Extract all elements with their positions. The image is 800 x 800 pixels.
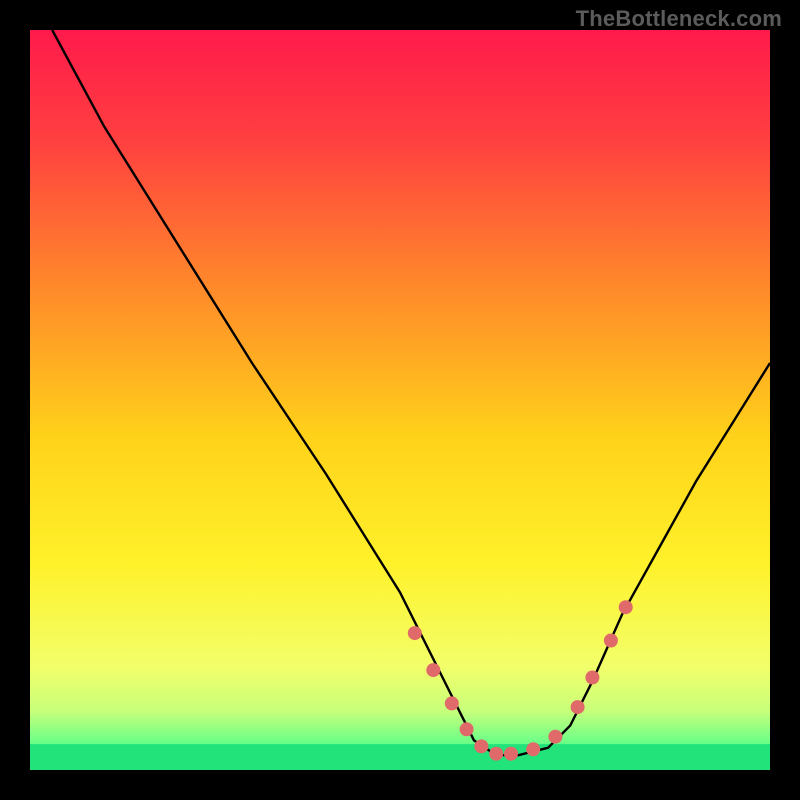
marker-point (619, 600, 633, 614)
plot-area (30, 30, 770, 770)
green-band (30, 744, 770, 770)
chart-frame: TheBottleneck.com (0, 0, 800, 800)
marker-point (504, 747, 518, 761)
chart-svg (30, 30, 770, 770)
marker-point (489, 747, 503, 761)
marker-point (526, 742, 540, 756)
watermark-text: TheBottleneck.com (576, 6, 782, 32)
marker-point (445, 696, 459, 710)
marker-point (474, 739, 488, 753)
gradient-background (30, 30, 770, 770)
marker-point (548, 730, 562, 744)
marker-point (426, 663, 440, 677)
marker-point (571, 700, 585, 714)
marker-point (408, 626, 422, 640)
marker-point (604, 634, 618, 648)
marker-point (460, 722, 474, 736)
marker-point (585, 671, 599, 685)
